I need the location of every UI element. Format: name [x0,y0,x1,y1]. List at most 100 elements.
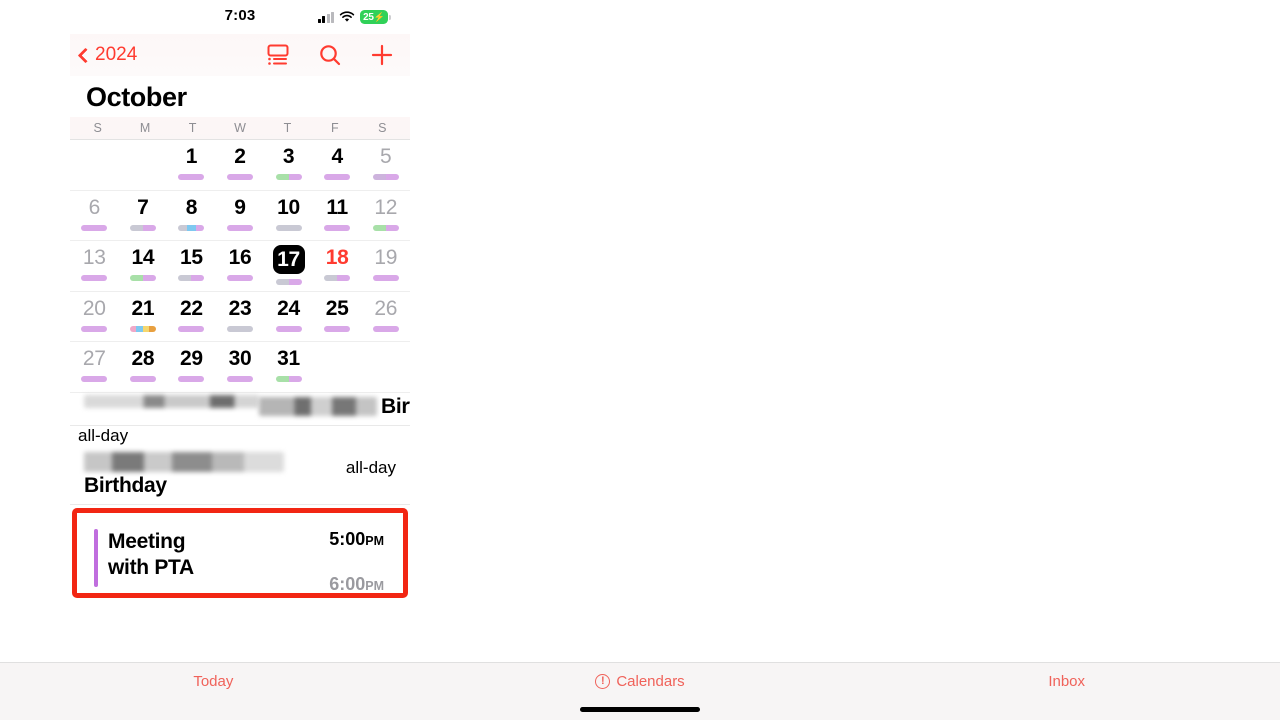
calendar-day-cell[interactable]: 9 [215,191,265,241]
day-number: 2 [234,145,246,168]
redacted-text [84,394,259,408]
weekday-header: M [139,121,151,135]
event-dot [81,325,108,332]
day-number: 31 [277,347,300,370]
event-dot [226,224,253,231]
day-number: 19 [374,246,398,269]
weekday-header: S [378,121,387,135]
event-indicator-dots [129,325,156,332]
add-icon[interactable] [370,43,394,67]
calendar-empty-cell [70,140,119,191]
calendar-day-cell[interactable]: 26 [361,292,410,342]
event-dot [81,376,108,382]
event-indicator-dots [275,279,302,285]
event-dot [372,275,399,281]
calendar-day-cell[interactable]: 24 [264,292,313,342]
day-number: 27 [82,347,106,370]
event-dot [275,376,289,382]
calendar-day-cell[interactable]: 1 [167,140,216,191]
calendar-day-cell[interactable]: 13 [70,241,119,292]
event-dot [129,275,143,281]
calendar-day-cell[interactable]: 18 [312,241,362,292]
list-item[interactable]: Birthday all-day [70,446,410,505]
day-number: 28 [131,347,155,370]
event-indicator-dots [226,275,253,281]
event-dot [142,224,156,231]
weekday-header: W [234,121,246,135]
event-list: Birthday all-day [70,393,410,446]
calendar-grid: 1 2 3 4 5 6 7 8 9 10 11 12 13 14 15 16 17 18 19 20 21 22 23 24 2… [70,140,410,393]
cellular-signal-icon [317,11,334,23]
event-dot [226,376,253,382]
calendar-day-cell[interactable]: 2 [215,140,265,191]
calendar-day-cell[interactable]: 28 [118,342,168,393]
calendar-day-cell[interactable]: 30 [215,342,265,393]
calendar-day-cell[interactable]: 8 [167,191,216,241]
day-number: 7 [137,195,149,219]
event-indicator-dots [372,275,399,281]
event-indicator-dots [129,224,156,231]
back-label: 2024 [95,44,138,65]
event-dot [187,224,196,231]
calendar-day-cell[interactable]: 20 [70,292,119,342]
calendar-day-cell[interactable]: 10 [264,191,313,241]
list-view-icon[interactable] [266,44,290,66]
event-dot [324,325,351,332]
search-icon[interactable] [318,43,342,67]
calendar-day-cell[interactable]: 3 [264,140,313,191]
event-dot [178,224,188,231]
weekday-header-row: SMTWTFS [70,117,410,140]
chevron-left-icon [77,47,94,63]
event-dot [226,275,253,281]
calendar-day-cell[interactable]: 4 [312,140,362,191]
status-time: 7:03 [224,7,256,24]
calendar-day-cell[interactable]: 12 [361,191,410,241]
weekday-header: S [93,121,102,135]
weekday-header: T [188,121,197,135]
calendar-day-cell[interactable]: 17 [264,241,313,292]
calendar-day-cell[interactable]: 11 [312,191,362,241]
event-indicator-dots [178,376,205,382]
left-gutter [0,0,70,720]
calendar-day-cell[interactable]: 19 [361,241,410,292]
calendar-day-cell[interactable]: 16 [215,241,265,292]
event-indicator-dots [81,376,108,382]
calendar-month-screen: 7:03 25 ⚡ 2024 October S M T W T F S 1 2… [70,0,410,720]
event-dot [372,224,386,231]
day-number: 1 [185,145,198,168]
event-indicator-dots [372,174,399,180]
calendar-day-cell[interactable]: 5 [361,140,410,191]
tab-inbox[interactable]: Inbox [853,673,1280,690]
event-indicator-dots [129,275,156,281]
day-number: 14 [131,246,155,269]
back-to-year-button[interactable]: 2024 [77,44,138,66]
event-dot [191,275,205,281]
event-indicator-dots [372,325,399,332]
event-indicator-dots [226,224,253,231]
tab-calendars[interactable]: ! Calendars [427,673,854,690]
calendar-day-cell[interactable]: 31 [264,342,313,393]
calendar-day-cell[interactable]: 29 [167,342,216,393]
day-number: 3 [282,145,295,168]
calendar-day-cell[interactable]: 21 [118,292,168,342]
event-dot [129,224,143,231]
status-bar-panel1: 7:03 25 ⚡ [70,0,410,34]
calendar-day-cell[interactable]: 14 [118,241,168,292]
day-number: 6 [88,195,101,219]
calendar-day-cell[interactable]: 25 [312,292,362,342]
list-item[interactable]: Birthday [70,393,410,426]
event-indicator-dots [275,224,302,231]
calendar-day-cell[interactable]: 27 [70,342,119,393]
calendar-empty-cell [312,342,362,393]
calendar-day-cell[interactable]: 6 [70,191,119,241]
event-dot [226,325,253,332]
tab-today[interactable]: Today [0,673,427,690]
calendar-day-cell[interactable]: 15 [167,241,216,292]
calendar-day-cell[interactable]: 22 [167,292,216,342]
event-dot [275,279,289,285]
calendar-day-cell[interactable]: 23 [215,292,265,342]
event-indicator-dots [275,174,302,180]
day-number: 11 [326,195,348,219]
calendar-day-cell[interactable]: 7 [118,191,168,241]
event-indicator-dots [178,275,205,281]
